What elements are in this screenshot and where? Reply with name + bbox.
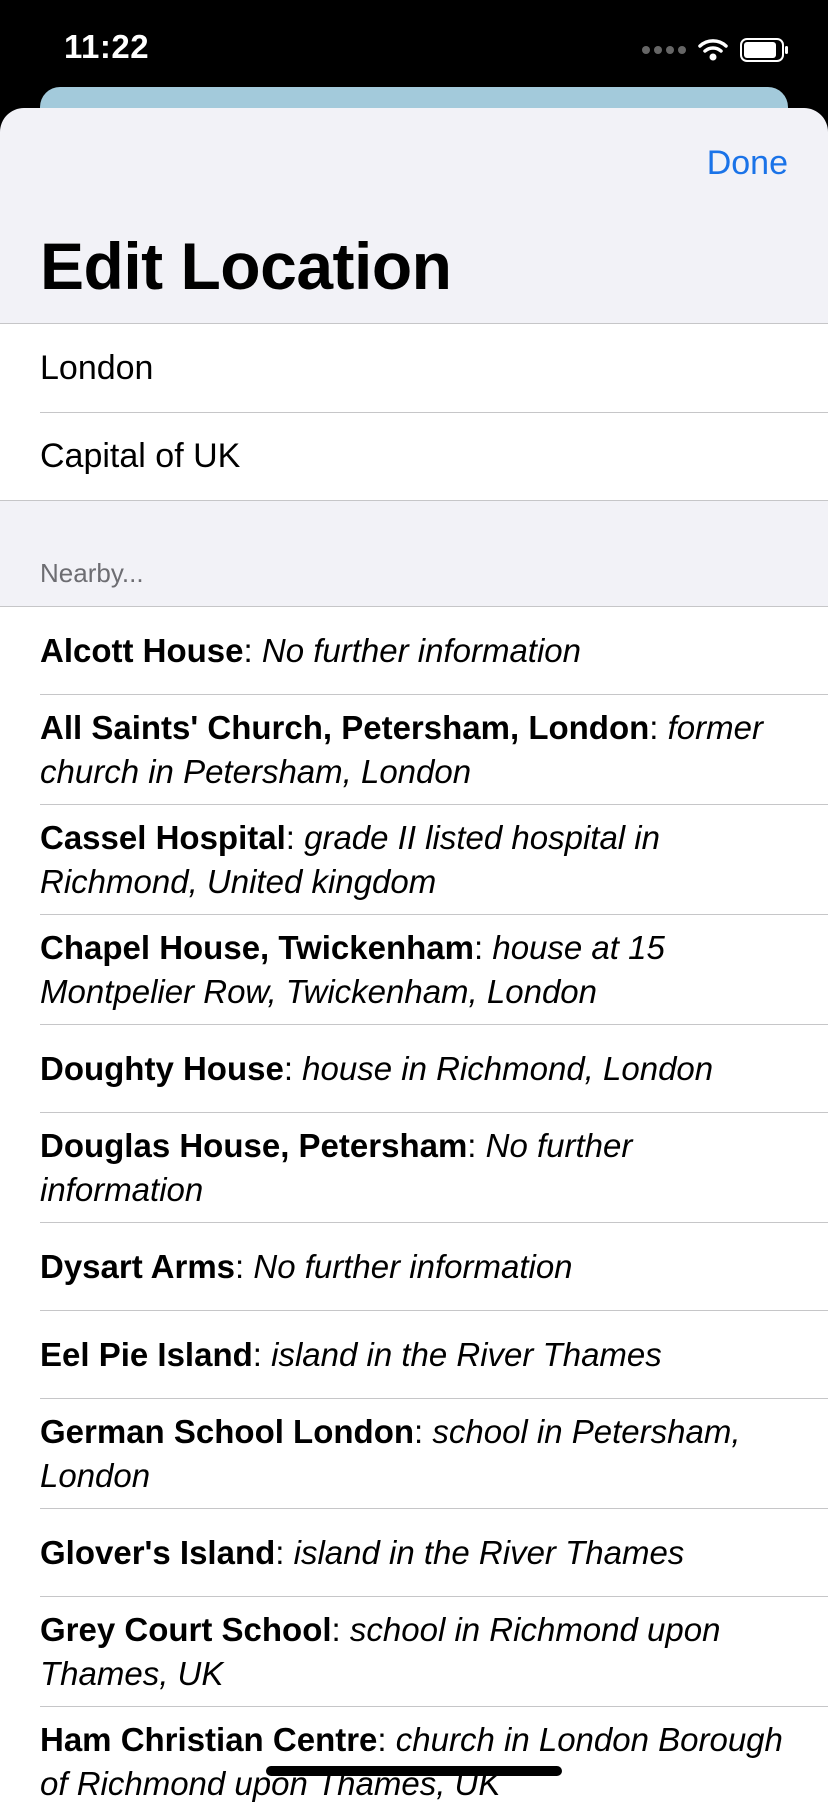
item-separator: :: [467, 1126, 486, 1164]
status-bar: 11:22: [0, 0, 828, 100]
location-fields: London Capital of UK: [0, 323, 828, 501]
item-description: No further information: [261, 631, 581, 669]
list-item[interactable]: Eel Pie Island: island in the River Tham…: [40, 1311, 828, 1399]
location-description-field[interactable]: Capital of UK: [40, 412, 828, 500]
done-button[interactable]: Done: [707, 144, 788, 183]
item-separator: :: [331, 1610, 350, 1648]
item-description: island in the River Thames: [271, 1335, 662, 1373]
battery-icon: [740, 38, 788, 62]
wifi-icon: [698, 39, 728, 61]
item-separator: :: [243, 631, 262, 669]
item-separator: :: [414, 1412, 433, 1450]
item-name: German School London: [40, 1412, 415, 1450]
list-item[interactable]: Douglas House, Petersham: No further inf…: [40, 1113, 828, 1223]
item-name: Douglas House, Petersham: [40, 1126, 468, 1164]
cellular-signal-icon: [642, 46, 686, 54]
item-separator: :: [235, 1247, 254, 1285]
item-name: Glover's Island: [40, 1533, 276, 1571]
item-separator: :: [285, 818, 305, 856]
item-name: Chapel House, Twickenham: [40, 928, 474, 966]
item-separator: :: [377, 1720, 396, 1758]
item-name: Cassel Hospital: [40, 818, 286, 856]
item-name: Eel Pie Island: [40, 1335, 253, 1373]
item-name: Ham Christian Centre: [40, 1720, 378, 1758]
item-name: Grey Court School: [40, 1610, 332, 1648]
nearby-list: Alcott House: No further information All…: [0, 606, 828, 1808]
list-item[interactable]: Doughty House: house in Richmond, London: [40, 1025, 828, 1113]
list-item[interactable]: All Saints' Church, Petersham, London: f…: [40, 695, 828, 805]
item-name: Doughty House: [40, 1049, 284, 1087]
list-item[interactable]: Cassel Hospital: grade II listed hospita…: [40, 805, 828, 915]
status-icons: [642, 36, 790, 64]
nearby-section-header: Nearby...: [40, 558, 144, 588]
list-item[interactable]: Grey Court School: school in Richmond up…: [40, 1597, 828, 1707]
item-description: island in the River Thames: [293, 1533, 685, 1571]
edit-location-sheet: Done Edit Location London Capital of UK …: [0, 108, 828, 1808]
list-item[interactable]: Chapel House, Twickenham: house at 15 Mo…: [40, 915, 828, 1025]
list-item[interactable]: Ham Christian Centre: church in London B…: [40, 1707, 828, 1808]
item-separator: :: [252, 1335, 272, 1373]
item-separator: :: [649, 708, 668, 746]
item-name: Dysart Arms: [40, 1247, 236, 1285]
page-title: Edit Location: [40, 229, 452, 303]
location-name-field[interactable]: London: [0, 324, 828, 412]
item-description: house in Richmond, London: [302, 1049, 714, 1087]
list-item[interactable]: German School London: school in Petersha…: [40, 1399, 828, 1509]
item-description: No further information: [253, 1247, 573, 1285]
home-indicator[interactable]: [266, 1766, 562, 1776]
item-name: Alcott House: [40, 631, 244, 669]
item-separator: :: [275, 1533, 294, 1571]
status-time: 11:22: [64, 28, 150, 65]
item-name: All Saints' Church, Petersham, London: [40, 708, 650, 746]
item-separator: :: [474, 928, 493, 966]
list-item[interactable]: Alcott House: No further information: [40, 607, 828, 695]
item-separator: :: [283, 1049, 303, 1087]
list-item[interactable]: Dysart Arms: No further information: [40, 1223, 828, 1311]
list-item[interactable]: Glover's Island: island in the River Tha…: [40, 1509, 828, 1597]
